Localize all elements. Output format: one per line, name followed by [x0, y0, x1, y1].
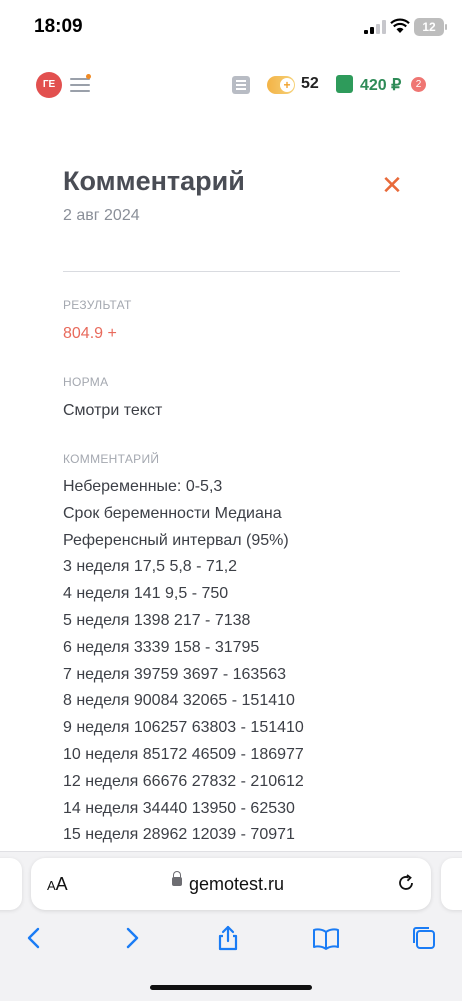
notification-dot: [86, 74, 91, 79]
result-value: 804.9 +: [63, 325, 117, 342]
menu-icon[interactable]: [70, 78, 90, 92]
norm-value: Смотри текст: [63, 402, 163, 419]
text-size-button[interactable]: AA: [47, 874, 68, 895]
comment-label: КОММЕНТАРИЙ: [63, 452, 160, 466]
comment-line: 6 неделя 3339 158 - 31795: [63, 638, 260, 656]
comment-line: 7 неделя 39759 3697 - 163563: [63, 665, 287, 683]
url-text[interactable]: gemotest.ru: [189, 874, 284, 895]
bonus-plus-icon: +: [280, 78, 294, 92]
share-icon[interactable]: [214, 924, 242, 952]
comment-line: 5 неделя 1398 217 - 7138: [63, 611, 251, 629]
app-header: ГЕ + 52 420 ₽ 2: [0, 70, 462, 100]
forward-icon[interactable]: [118, 924, 146, 952]
comment-date: 2 авг 2024: [63, 207, 140, 224]
orders-list-icon[interactable]: [232, 76, 250, 94]
bonus-count[interactable]: 52: [301, 75, 319, 93]
comment-line: 12 неделя 66676 27832 - 210612: [63, 772, 304, 790]
reload-icon[interactable]: [396, 873, 416, 893]
battery-tip: [445, 24, 447, 30]
norm-label: НОРМА: [63, 375, 109, 389]
tabs-icon[interactable]: [410, 924, 438, 952]
cart-amount[interactable]: 420 ₽: [360, 75, 401, 95]
comment-line: 9 неделя 106257 63803 - 151410: [63, 719, 304, 737]
bookmarks-icon[interactable]: [312, 924, 340, 952]
comment-line: Срок беременности Медиана: [63, 504, 282, 522]
comment-line: 3 неделя 17,5 5,8 - 71,2: [63, 558, 238, 576]
back-icon[interactable]: [20, 924, 48, 952]
comment-line: 15 неделя 28962 12039 - 70971: [63, 826, 295, 844]
divider: [63, 271, 400, 272]
avatar[interactable]: ГЕ: [36, 72, 62, 98]
home-indicator: [150, 985, 312, 990]
cart-icon[interactable]: [336, 75, 353, 93]
cart-count-badge: 2: [411, 77, 426, 92]
comment-line: 10 неделя 85172 46509 - 186977: [63, 745, 304, 763]
battery-icon: 12: [414, 18, 444, 36]
comment-line: Референсный интервал (95%): [63, 531, 289, 549]
wifi-icon: [390, 18, 410, 33]
comment-line: Небеременные: 0-5,3: [63, 478, 223, 495]
previous-tab-preview[interactable]: [0, 858, 22, 910]
comment-line: 14 неделя 34440 13950 - 62530: [63, 799, 295, 817]
cellular-signal-icon: [364, 20, 386, 34]
comment-line: 8 неделя 90084 32065 - 151410: [63, 692, 295, 710]
status-time: 18:09: [34, 16, 83, 37]
comment-line: 4 неделя 141 9,5 - 750: [63, 585, 229, 603]
status-bar: 18:09 12: [0, 0, 462, 54]
page-title: Комментарий: [63, 166, 245, 196]
lock-icon: [172, 871, 182, 886]
close-icon[interactable]: ✕: [381, 172, 403, 198]
next-tab-preview[interactable]: [441, 858, 462, 910]
result-label: РЕЗУЛЬТАТ: [63, 298, 132, 312]
comment-text: Небеременные: 0-5,3 Срок беременности Ме…: [63, 477, 443, 852]
